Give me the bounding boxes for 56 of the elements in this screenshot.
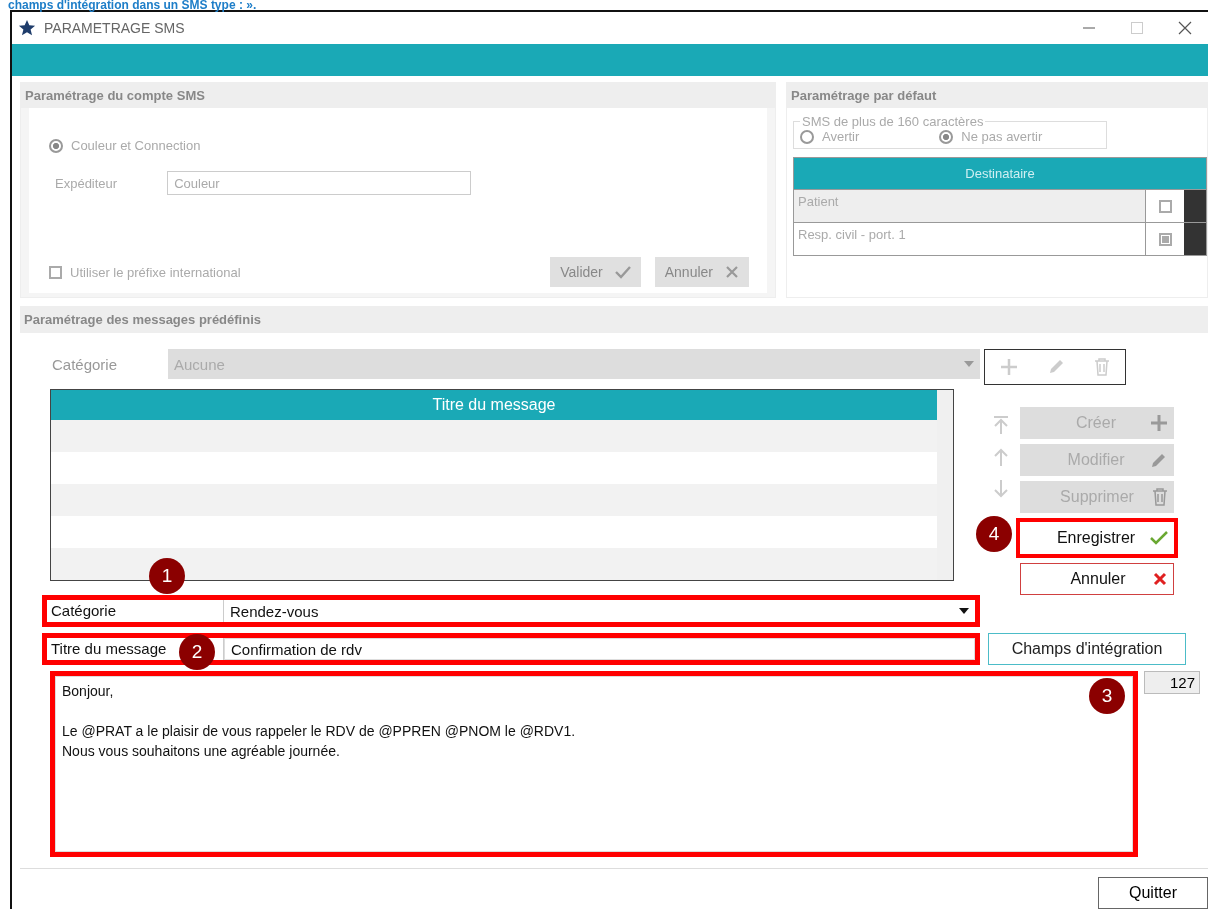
character-counter: 127: [1144, 671, 1200, 694]
field-label: Catégorie: [52, 355, 119, 373]
table-header: Destinataire: [794, 158, 1206, 189]
trash-icon[interactable]: [1094, 358, 1111, 376]
section-heading: Paramétrage du compte SMS: [21, 83, 775, 108]
plus-icon[interactable]: [999, 358, 1018, 376]
radio-label: Ne pas avertir: [961, 129, 1043, 144]
scroll-button[interactable]: [1184, 223, 1206, 255]
cross-icon: [725, 265, 739, 279]
checkbox[interactable]: [1158, 199, 1172, 213]
window-title: PARAMETRAGE SMS: [44, 20, 185, 36]
checkmark-icon: [1150, 531, 1168, 545]
radio-label: Avertir: [822, 129, 860, 144]
radio-button[interactable]: [800, 129, 814, 144]
close-icon[interactable]: [1178, 21, 1192, 35]
dropdown-arrow-icon: [959, 608, 969, 614]
checkbox-label: Utiliser le préfixe international: [70, 264, 241, 280]
integration-fields-button[interactable]: Champs d'intégration: [988, 633, 1186, 665]
title-field[interactable]: Confirmation de rdv: [224, 638, 975, 660]
section-heading: Paramétrage par défaut: [787, 83, 1207, 108]
plus-icon: [1150, 414, 1168, 432]
maximize-icon[interactable]: [1130, 21, 1144, 35]
arrow-up-icon[interactable]: [992, 447, 1010, 467]
field-label: Expéditeur: [55, 175, 118, 191]
checkbox[interactable]: [1158, 232, 1172, 246]
scroll-button[interactable]: [1184, 190, 1206, 222]
step-badge: 2: [179, 634, 215, 670]
field-label: Catégorie: [47, 600, 224, 622]
cancel-button[interactable]: Annuler: [654, 257, 749, 287]
checkbox[interactable]: [49, 265, 62, 279]
sender-field[interactable]: Couleur: [167, 171, 472, 195]
step-badge: 4: [976, 516, 1012, 552]
validate-button[interactable]: Valider: [550, 257, 641, 287]
move-top-icon[interactable]: [992, 415, 1010, 435]
trash-icon: [1152, 488, 1168, 506]
radio-label: Couleur et Connection: [71, 138, 201, 153]
column-header: Titre du message: [51, 390, 937, 420]
section-heading: Paramétrage des messages prédéfinis: [20, 306, 1208, 333]
radio-button[interactable]: [49, 138, 63, 153]
cross-icon: [1153, 572, 1167, 586]
pencil-icon[interactable]: [1047, 358, 1065, 376]
category-dropdown[interactable]: Rendez-vous: [224, 600, 975, 622]
radio-button[interactable]: [939, 129, 954, 144]
group-label: SMS de plus de 160 caractères: [801, 114, 985, 129]
table-cell[interactable]: Patient: [794, 190, 1145, 222]
quit-button[interactable]: Quitter: [1098, 877, 1208, 909]
caption-text: champs d'intégration dans un SMS type : ».: [7, 0, 257, 10]
scrollbar[interactable]: [937, 390, 953, 580]
dropdown-arrow-icon: [964, 361, 974, 367]
pencil-icon: [1150, 451, 1168, 469]
step-badge: 1: [149, 558, 185, 594]
cancel-button[interactable]: Annuler: [1020, 563, 1174, 595]
star-icon: [18, 19, 36, 37]
checkmark-icon: [614, 265, 631, 279]
table-row[interactable]: [51, 548, 937, 580]
arrow-down-icon[interactable]: [992, 479, 1010, 499]
